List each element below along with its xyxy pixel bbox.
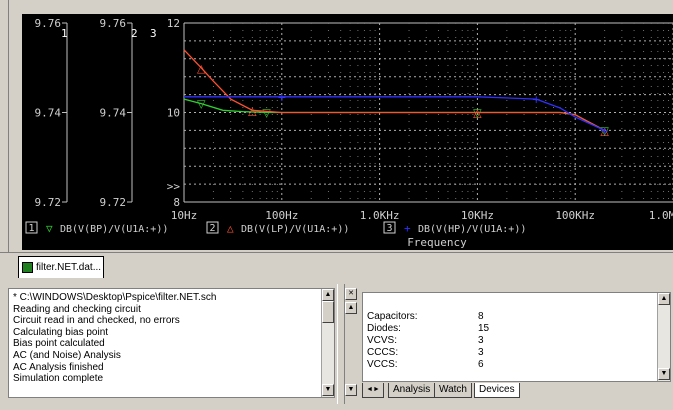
output-log-line: AC Analysis finished <box>13 361 104 373</box>
device-count: 3 <box>478 347 484 358</box>
series-1-line <box>183 98 605 131</box>
x-tick-label: 10KHz <box>461 209 494 222</box>
axis-marker: >> <box>167 180 181 193</box>
legend-3-label: DB(V(HP)/V(U1A:+)) <box>418 224 526 235</box>
series-3-marker: + <box>532 93 541 106</box>
y-axis-2-tick-label: 9.72 <box>100 196 127 209</box>
output-log-line: Bias point calculated <box>13 338 105 350</box>
output-log-line: Reading and checking circuit <box>13 303 141 315</box>
scroll-up-button[interactable]: ▲ <box>658 293 670 305</box>
output-log-line: Simulation complete <box>13 373 104 385</box>
document-tab-filter-dat[interactable]: filter.NET.dat... <box>18 256 104 278</box>
close-icon[interactable]: ✕ <box>345 288 357 300</box>
output-log-panel: * C:\WINDOWS\Desktop\Pspice\filter.NET.s… <box>8 288 335 398</box>
tab-devices[interactable]: Devices <box>474 383 520 398</box>
legend-2-marker: △ <box>227 222 234 235</box>
probe-plot-svg: 9.769.749.7219.769.749.722121083>>10Hz 10… <box>25 17 673 249</box>
y-axis-1-number: 1 <box>61 27 68 40</box>
y-axis-3-number: 3 <box>150 27 157 40</box>
x-tick-label: 1.0KHz <box>360 209 400 222</box>
legend-1-number: 1 <box>28 223 34 234</box>
scroll-down-button[interactable]: ▼ <box>322 384 334 396</box>
probe-plot[interactable]: 9.76 9.74 9.72 1 9.76 9.74 9.72 2 12 10 8 3 >> 10Hz 10… <box>22 14 673 250</box>
device-count: 6 <box>478 359 484 370</box>
legend-1-marker: ▽ <box>46 222 53 235</box>
device-count: 8 <box>478 311 484 322</box>
device-name: VCVS: <box>367 335 398 346</box>
output-log-line: Calculating bias point <box>13 326 109 338</box>
y-axis-2-tick-label: 9.76 <box>100 17 127 30</box>
document-tab-icon <box>22 261 33 273</box>
device-name: VCCS: <box>367 359 398 370</box>
series-2-marker: △ <box>197 62 206 75</box>
x-tick-label: 10Hz <box>171 209 198 222</box>
scroll-thumb[interactable] <box>322 301 334 323</box>
x-axis-label: Frequency <box>407 236 467 249</box>
x-tick-label: 100Hz <box>265 209 298 222</box>
scroll-down-button[interactable]: ▼ <box>658 368 670 380</box>
device-name: Diodes: <box>367 323 401 334</box>
devices-vertical-scrollbar[interactable]: ▲ ▼ <box>657 293 670 381</box>
series-1-marker: ▽ <box>197 98 206 111</box>
device-count: 3 <box>478 335 484 346</box>
series-2-marker: △ <box>473 107 482 120</box>
series-3-line <box>184 96 605 131</box>
legend-3-number: 3 <box>386 223 392 234</box>
devices-panel: Capacitors: 8 Diodes: 15 VCVS: 3 CCCS: 3 VCCS: 6 … <box>362 292 671 382</box>
document-tab-label: filter.NET.dat... <box>36 262 102 273</box>
y-axis-3-tick-label: 10 <box>167 107 180 120</box>
y-axis-3-tick-label: 12 <box>167 17 180 30</box>
y-axis-1-tick-label: 9.72 <box>35 196 62 209</box>
scroll-up-button[interactable]: ▲ <box>322 289 334 301</box>
tab-nav-arrows[interactable]: ◄► <box>362 383 384 398</box>
series-1-marker: ▽ <box>262 107 271 120</box>
y-axis-3-tick-label: 8 <box>173 196 180 209</box>
legend-2-number: 2 <box>209 223 215 234</box>
y-axis-2-number: 2 <box>131 27 138 40</box>
tab-analysis[interactable]: Analysis <box>388 383 436 398</box>
y-axis-1-tick-label: 9.76 <box>35 17 62 30</box>
plot-window: 9.76 9.74 9.72 1 9.76 9.74 9.72 2 12 10 8 3 >> 10Hz 10… <box>0 0 673 252</box>
plot-left-edge <box>0 0 9 252</box>
legend-2-label: DB(V(LP)/V(U1A:+)) <box>241 224 349 235</box>
legend-3-marker: + <box>404 222 411 235</box>
device-name: Capacitors: <box>367 311 418 322</box>
series-3-marker: + <box>600 124 609 137</box>
output-vertical-scrollbar[interactable]: ▲ ▼ <box>321 289 334 397</box>
panel-splitter[interactable] <box>337 284 345 404</box>
chevron-down-icon[interactable]: ▼ <box>345 384 357 396</box>
y-axis-2-tick-label: 9.74 <box>100 107 127 120</box>
series-2-line <box>183 49 605 131</box>
x-tick-label: 1.0M <box>649 209 673 222</box>
output-log-line: AC (and Noise) Analysis <box>13 349 121 361</box>
y-axis-1-tick-label: 9.74 <box>35 107 62 120</box>
legend-1-label: DB(V(BP)/V(U1A:+)) <box>60 224 168 235</box>
output-log-line: Circuit read in and checked, no errors <box>13 315 180 327</box>
x-tick-label: 100KHz <box>555 209 595 222</box>
chevron-up-icon[interactable]: ▲ <box>345 302 357 314</box>
tab-watch[interactable]: Watch <box>434 383 472 398</box>
device-name: CCCS: <box>367 347 399 358</box>
devices-tab-strip: ◄► Analysis Watch Devices <box>362 383 669 399</box>
output-log-line: * C:\WINDOWS\Desktop\Pspice\filter.NET.s… <box>13 292 217 303</box>
series-2-marker: △ <box>248 104 257 117</box>
panel-side-buttons: ✕ ▲ ▼ <box>345 288 359 398</box>
series-3-marker: + <box>277 91 286 104</box>
device-count: 15 <box>478 323 490 334</box>
